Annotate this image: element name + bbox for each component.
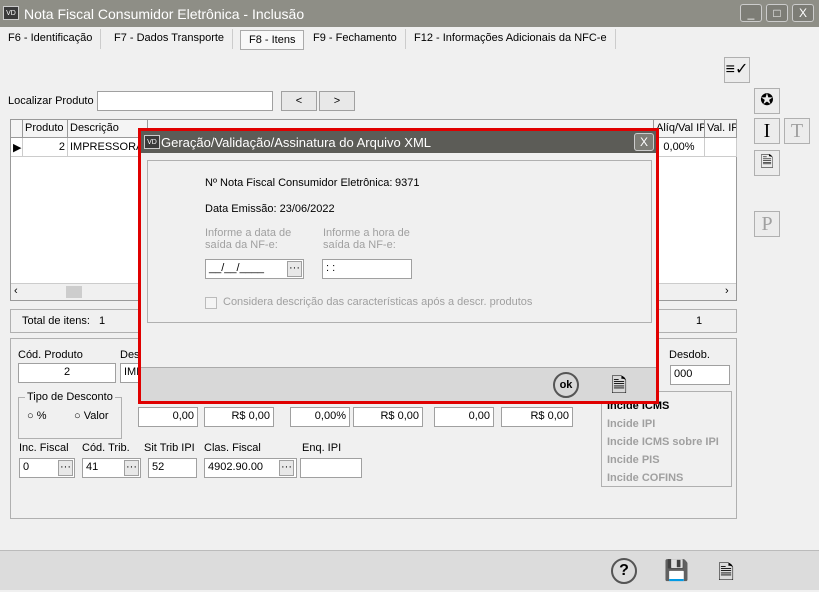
minimize-button[interactable]: _ <box>740 4 762 22</box>
value-field-3[interactable]: 0,00% <box>290 407 350 427</box>
scroll-left-icon[interactable]: ‹ <box>14 285 18 297</box>
data-saida-label: Informe a data de saída da NF-e: <box>205 227 292 251</box>
search-input[interactable] <box>97 91 273 111</box>
cod-produto-input[interactable]: 2 <box>18 363 116 383</box>
ok-button[interactable]: ok <box>553 372 579 398</box>
value-field-6[interactable]: R$ 0,00 <box>501 407 573 427</box>
save-button[interactable]: 💾 <box>664 558 689 583</box>
scroll-thumb[interactable] <box>66 286 82 298</box>
tab-identificacao[interactable]: F6 - Identificação <box>0 29 102 49</box>
check-list-icon: ≡✓ <box>725 61 749 78</box>
tab-fechamento[interactable]: F9 - Fechamento <box>305 29 406 49</box>
i-button[interactable]: I <box>754 118 780 144</box>
xml-dialog: VD Geração/Validação/Assinatura do Arqui… <box>138 128 659 404</box>
maximize-button[interactable]: □ <box>766 4 788 22</box>
tab-dados-transporte[interactable]: F7 - Dados Transporte <box>106 29 234 49</box>
title-bar: VD Nota Fiscal Consumidor Eletrônica - I… <box>0 0 819 27</box>
col-descricao[interactable]: Descrição <box>68 120 148 138</box>
dialog-title: Geração/Validação/Assinatura do Arquivo … <box>161 135 432 150</box>
incide-cofins[interactable]: Incide COFINS <box>607 472 683 484</box>
nf-value: 9371 <box>395 177 420 189</box>
radio-valor[interactable]: ○ Valor <box>74 410 109 422</box>
hora-saida-input[interactable]: : : <box>322 259 412 279</box>
cod-trib-lookup-button[interactable]: ··· <box>124 460 139 476</box>
sit-trib-label: Sit Trib IPI <box>144 442 195 454</box>
total-label: Total de itens: <box>22 315 90 327</box>
considera-label: Considera descrição das características … <box>223 296 533 308</box>
radio-percent-label: % <box>36 410 47 422</box>
calendar-button[interactable]: ··· <box>287 261 302 277</box>
clas-fiscal-lookup-button[interactable]: ··· <box>279 460 294 476</box>
considera-checkbox[interactable] <box>205 297 217 309</box>
descricao-label: Des <box>120 349 140 361</box>
incide-icms-sobre-ipi[interactable]: Incide ICMS sobre IPI <box>607 436 719 448</box>
help-icon: ? <box>619 562 629 579</box>
enq-ipi-input[interactable] <box>300 458 362 478</box>
radio-valor-label: Valor <box>83 410 109 422</box>
cell-produto[interactable]: 2 <box>23 138 68 157</box>
tab-itens[interactable]: F8 - Itens <box>240 30 305 50</box>
enq-ipi-label: Enq. IPI <box>302 442 342 454</box>
inc-fiscal-label: Inc. Fiscal <box>19 442 69 454</box>
incide-group: Incide ICMS Incide IPI Incide ICMS sobre… <box>601 391 732 487</box>
tab-informacoes-adicionais[interactable]: F12 - Informações Adicionais da NFC-e <box>406 29 616 49</box>
dialog-group: Nº Nota Fiscal Consumidor Eletrônica: 93… <box>147 160 652 323</box>
row-indicator-header <box>11 120 23 138</box>
close-button[interactable]: X <box>792 4 814 22</box>
incide-ipi[interactable]: Incide IPI <box>607 418 655 430</box>
document-x-icon: 🗎 <box>718 562 735 584</box>
cod-produto-label: Cód. Produto <box>18 349 83 361</box>
dialog-title-bar: VD Geração/Validação/Assinatura do Arqui… <box>141 131 656 153</box>
t-button[interactable]: T <box>784 118 810 144</box>
dialog-close-button[interactable]: X <box>634 133 654 151</box>
sit-trib-input[interactable]: 52 <box>148 458 197 478</box>
window-title: Nota Fiscal Consumidor Eletrônica - Incl… <box>24 6 305 22</box>
inc-fiscal-lookup-button[interactable]: ··· <box>58 460 73 476</box>
p-button[interactable]: P <box>754 211 780 237</box>
cell-aliq[interactable]: 0,00% <box>654 138 705 157</box>
desdob-label: Desdob. <box>669 349 710 361</box>
col-aliq-ipi[interactable]: Alíq/Val IPI <box>654 120 705 138</box>
seal-button[interactable]: ✪ <box>754 88 780 114</box>
incide-pis[interactable]: Incide PIS <box>607 454 660 466</box>
app-logo: VD <box>3 6 19 20</box>
seal-icon: ✪ <box>760 92 774 109</box>
value-field-2[interactable]: R$ 0,00 <box>204 407 274 427</box>
tipo-desconto-label: Tipo de Desconto <box>25 391 115 403</box>
value-field-5[interactable]: 0,00 <box>434 407 494 427</box>
prev-button[interactable]: < <box>281 91 317 111</box>
value-field-1[interactable]: 0,00 <box>138 407 198 427</box>
doc-cancel-button[interactable]: 🗎 <box>754 150 780 176</box>
col-val-ipi[interactable]: Val. IP <box>705 120 737 138</box>
help-button[interactable]: ? <box>611 558 637 584</box>
scroll-right-icon[interactable]: › <box>725 285 729 297</box>
row-pointer-icon: ▶ <box>11 138 23 157</box>
col-produto[interactable]: Produto <box>23 120 68 138</box>
cancel-doc-button[interactable]: 🗎 <box>718 558 734 592</box>
desdob-input[interactable]: 000 <box>670 365 730 385</box>
hora-saida-label: Informe a hora de saída da NF-e: <box>323 227 410 251</box>
save-icon: 💾 <box>664 560 689 582</box>
next-button[interactable]: > <box>319 91 355 111</box>
check-list-button[interactable]: ≡✓ <box>724 57 750 83</box>
value-field-4[interactable]: R$ 0,00 <box>353 407 423 427</box>
radio-percent[interactable]: ○ % <box>27 410 46 422</box>
search-label: Localizar Produto <box>8 95 94 107</box>
total-count: 1 <box>99 315 106 327</box>
dialog-footer: ok 🗎 <box>141 367 656 401</box>
bottom-toolbar: ? 💾 🗎 <box>0 550 819 590</box>
clas-fiscal-label: Clas. Fiscal <box>204 442 261 454</box>
dialog-cancel-button[interactable]: 🗎 <box>611 371 627 405</box>
total-right: 1 <box>696 315 703 327</box>
dialog-logo: VD <box>144 135 160 149</box>
nf-label: Nº Nota Fiscal Consumidor Eletrônica: <box>205 177 393 189</box>
document-x-icon: 🗎 <box>611 375 628 397</box>
cod-trib-label: Cód. Trib. <box>82 442 130 454</box>
emissao-text: Data Emissão: 23/06/2022 <box>205 203 335 215</box>
cell-val[interactable] <box>705 138 737 157</box>
cell-descricao[interactable]: IMPRESSORA <box>68 138 148 157</box>
document-x-icon: 🗎 <box>760 154 774 171</box>
tipo-desconto-group: Tipo de Desconto ○ % ○ Valor <box>18 391 122 439</box>
